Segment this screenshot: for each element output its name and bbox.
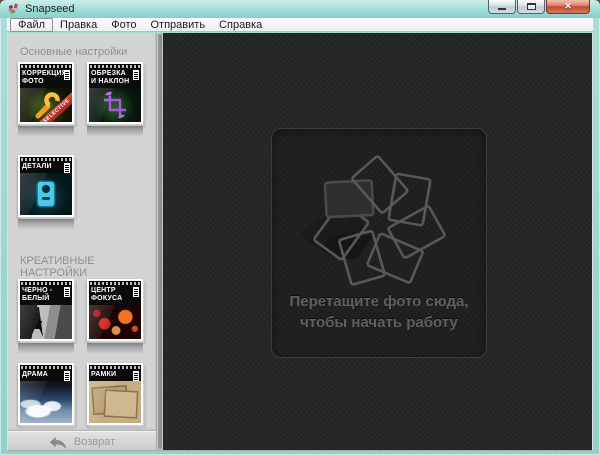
dropzone-text: Перетащите фото сюда, чтобы начать работ… — [272, 291, 486, 333]
sidebar-scrollbar[interactable] — [156, 33, 163, 450]
filter-label: ЦЕНТР ФОКУСА — [89, 285, 141, 305]
filter-label: ДРАМА — [20, 369, 72, 381]
filter-label: ДЕТАЛИ — [20, 161, 72, 173]
section-header-basic: Основные настройки — [20, 46, 127, 58]
thumb-reflection — [87, 126, 143, 137]
filter-black-white[interactable]: ЧЕРНО - БЕЛЫЙ — [18, 279, 74, 341]
menu-file[interactable]: Файл — [10, 18, 53, 32]
canvas-area: Перетащите фото сюда, чтобы начать работ… — [163, 33, 592, 450]
gloss-overlay — [89, 305, 141, 339]
titlebar[interactable]: Snapseed ✕ — [0, 0, 600, 18]
filter-center-focus[interactable]: ЦЕНТР ФОКУСА — [87, 279, 143, 341]
thumb-reflection — [18, 343, 74, 354]
gloss-overlay — [20, 305, 72, 339]
filter-crop-rotate[interactable]: ОБРЕЗКА И НАКЛОН — [87, 62, 143, 124]
app-window: Snapseed ✕ Файл Правка Фото Отправить Сп… — [0, 0, 600, 455]
app-body: Основные настройки КОРРЕКЦИЯ ФОТО SELECT… — [7, 33, 593, 451]
menubar: Файл Правка Фото Отправить Справка — [7, 18, 593, 32]
thumb-reflection — [18, 126, 74, 137]
barcode-icon — [133, 70, 139, 80]
barcode-icon — [64, 163, 70, 173]
filter-frames[interactable]: РАМКИ — [87, 363, 143, 425]
filter-details[interactable]: ДЕТАЛИ — [18, 155, 74, 217]
menu-help[interactable]: Справка — [212, 19, 269, 31]
gloss-overlay — [20, 173, 72, 215]
dropzone-line1: Перетащите фото сюда, — [272, 291, 486, 312]
barcode-icon — [133, 287, 139, 297]
close-icon: ✕ — [564, 2, 572, 11]
filter-label: РАМКИ — [89, 369, 141, 381]
filter-drama[interactable]: ДРАМА — [18, 363, 74, 425]
gloss-overlay — [89, 381, 141, 423]
window-title: Snapseed — [25, 3, 75, 15]
menu-share[interactable]: Отправить — [144, 19, 213, 31]
gloss-overlay — [89, 88, 141, 122]
barcode-icon — [133, 371, 139, 381]
maximize-button[interactable] — [517, 0, 545, 14]
minimize-button[interactable] — [488, 0, 516, 14]
gloss-overlay — [20, 381, 72, 423]
barcode-icon — [64, 371, 70, 381]
menu-edit[interactable]: Правка — [53, 19, 104, 31]
dropzone-line2: чтобы начать работу — [272, 312, 486, 333]
barcode-icon — [64, 287, 70, 297]
minimize-icon — [498, 8, 506, 10]
filters-sidebar: Основные настройки КОРРЕКЦИЯ ФОТО SELECT… — [8, 33, 156, 450]
back-label: Возврат — [74, 436, 115, 448]
maximize-icon — [527, 3, 536, 10]
section-header-creative: КРЕАТИВНЫЕ НАСТРОЙКИ — [20, 255, 156, 279]
photo-dropzone[interactable]: Перетащите фото сюда, чтобы начать работ… — [271, 128, 487, 358]
filter-label: ОБРЕЗКА И НАКЛОН — [89, 68, 141, 88]
filter-label: КОРРЕКЦИЯ ФОТО — [20, 68, 72, 88]
close-button[interactable]: ✕ — [546, 0, 590, 14]
pinwheel-logo-icon — [289, 141, 469, 301]
barcode-icon — [64, 70, 70, 80]
back-button[interactable]: Возврат — [8, 431, 156, 450]
menu-photo[interactable]: Фото — [104, 19, 143, 31]
scrollbar-thumb[interactable] — [158, 34, 162, 449]
thumb-reflection — [18, 219, 74, 230]
filter-label: ЧЕРНО - БЕЛЫЙ — [20, 285, 72, 305]
snapseed-logo-icon — [8, 3, 20, 15]
filter-tune-image[interactable]: КОРРЕКЦИЯ ФОТО SELECTIVE — [18, 62, 74, 124]
thumb-reflection — [87, 343, 143, 354]
back-arrow-icon — [49, 436, 67, 449]
